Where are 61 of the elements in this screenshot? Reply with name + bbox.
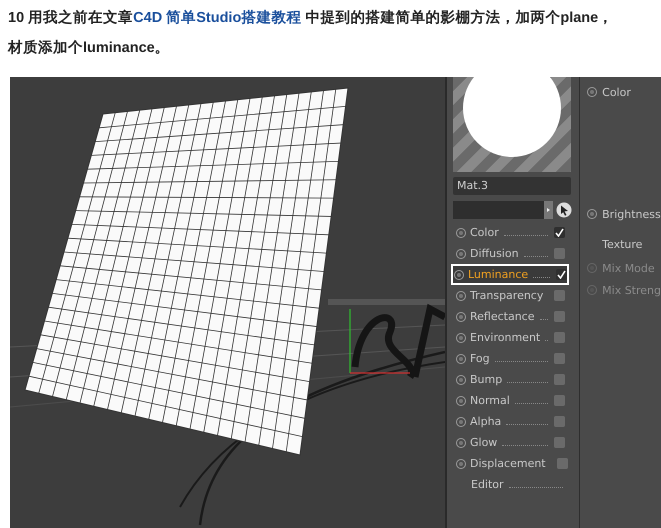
- editor-label[interactable]: Editor: [471, 478, 504, 491]
- channel-label: Normal: [470, 394, 510, 407]
- dropdown-button[interactable]: [544, 201, 553, 219]
- channel-item[interactable]: Luminance: [451, 264, 569, 285]
- brightness-label: Brightness: [602, 208, 661, 220]
- channel-label: Bump: [470, 373, 502, 386]
- channel-label: Alpha: [470, 415, 502, 428]
- channel-item[interactable]: Reflectance: [453, 306, 567, 327]
- circle-icon: [456, 332, 466, 342]
- checkbox[interactable]: [554, 353, 565, 364]
- channel-label: Diffusion: [470, 247, 519, 260]
- checkbox[interactable]: [554, 311, 565, 322]
- channel-item[interactable]: Glow: [453, 432, 567, 453]
- circle-icon: [454, 270, 464, 280]
- channel-label: Luminance: [468, 268, 528, 281]
- material-name-field[interactable]: Mat.3: [453, 177, 571, 195]
- channel-label: Displacement: [470, 457, 546, 470]
- circle-icon: [456, 416, 466, 426]
- texture-label: Texture: [602, 238, 642, 250]
- channel-item[interactable]: Transparency: [453, 285, 567, 306]
- circle-icon: [456, 458, 466, 468]
- checkbox[interactable]: [554, 437, 565, 448]
- channel-item[interactable]: Fog: [453, 348, 567, 369]
- channel-item[interactable]: Environment: [453, 327, 567, 348]
- channel-item[interactable]: Displacement: [453, 453, 567, 474]
- checkbox[interactable]: [556, 269, 567, 280]
- circle-icon: [456, 354, 466, 364]
- checkbox[interactable]: [554, 248, 565, 259]
- checkbox[interactable]: [554, 290, 566, 301]
- circle-icon: [456, 290, 466, 300]
- channel-label: Reflectance: [470, 310, 535, 323]
- channel-label: Fog: [470, 352, 490, 365]
- circle-icon: [456, 374, 466, 384]
- article-paragraph: 10 用我之前在文章C4D 简单Studio搭建教程 中提到的搭建简单的影棚方法，加两个plane，材质添加个luminance。: [6, 8, 614, 58]
- channel-label: Glow: [470, 436, 498, 449]
- channel-label: Transparency: [470, 289, 544, 302]
- circle-icon: [456, 228, 466, 238]
- checkbox[interactable]: [554, 227, 565, 238]
- circle-icon: [456, 248, 466, 258]
- circle-icon: [456, 396, 466, 406]
- checkbox[interactable]: [556, 458, 568, 469]
- checkbox[interactable]: [554, 374, 565, 385]
- channel-item[interactable]: Diffusion: [453, 243, 567, 264]
- checkbox[interactable]: [554, 416, 565, 427]
- channel-item[interactable]: Bump: [453, 369, 567, 390]
- color-label: Color: [602, 86, 631, 98]
- circle-icon: [587, 209, 598, 219]
- circle-icon: [456, 312, 466, 322]
- pointer-icon[interactable]: [556, 202, 572, 218]
- channel-label: Environment: [470, 331, 540, 344]
- triangle-icon: [547, 208, 550, 212]
- channel-item[interactable]: Normal: [453, 390, 567, 411]
- checkbox[interactable]: [554, 395, 565, 406]
- article-link[interactable]: C4D 简单Studio搭建教程: [133, 10, 302, 26]
- channel-item[interactable]: Alpha: [453, 411, 567, 432]
- channel-item[interactable]: Color: [453, 222, 567, 243]
- checkbox[interactable]: [554, 332, 565, 343]
- channel-label: Color: [470, 226, 499, 239]
- dropdown-field[interactable]: [453, 201, 553, 219]
- circle-icon: [456, 438, 466, 448]
- circle-icon: [587, 87, 598, 97]
